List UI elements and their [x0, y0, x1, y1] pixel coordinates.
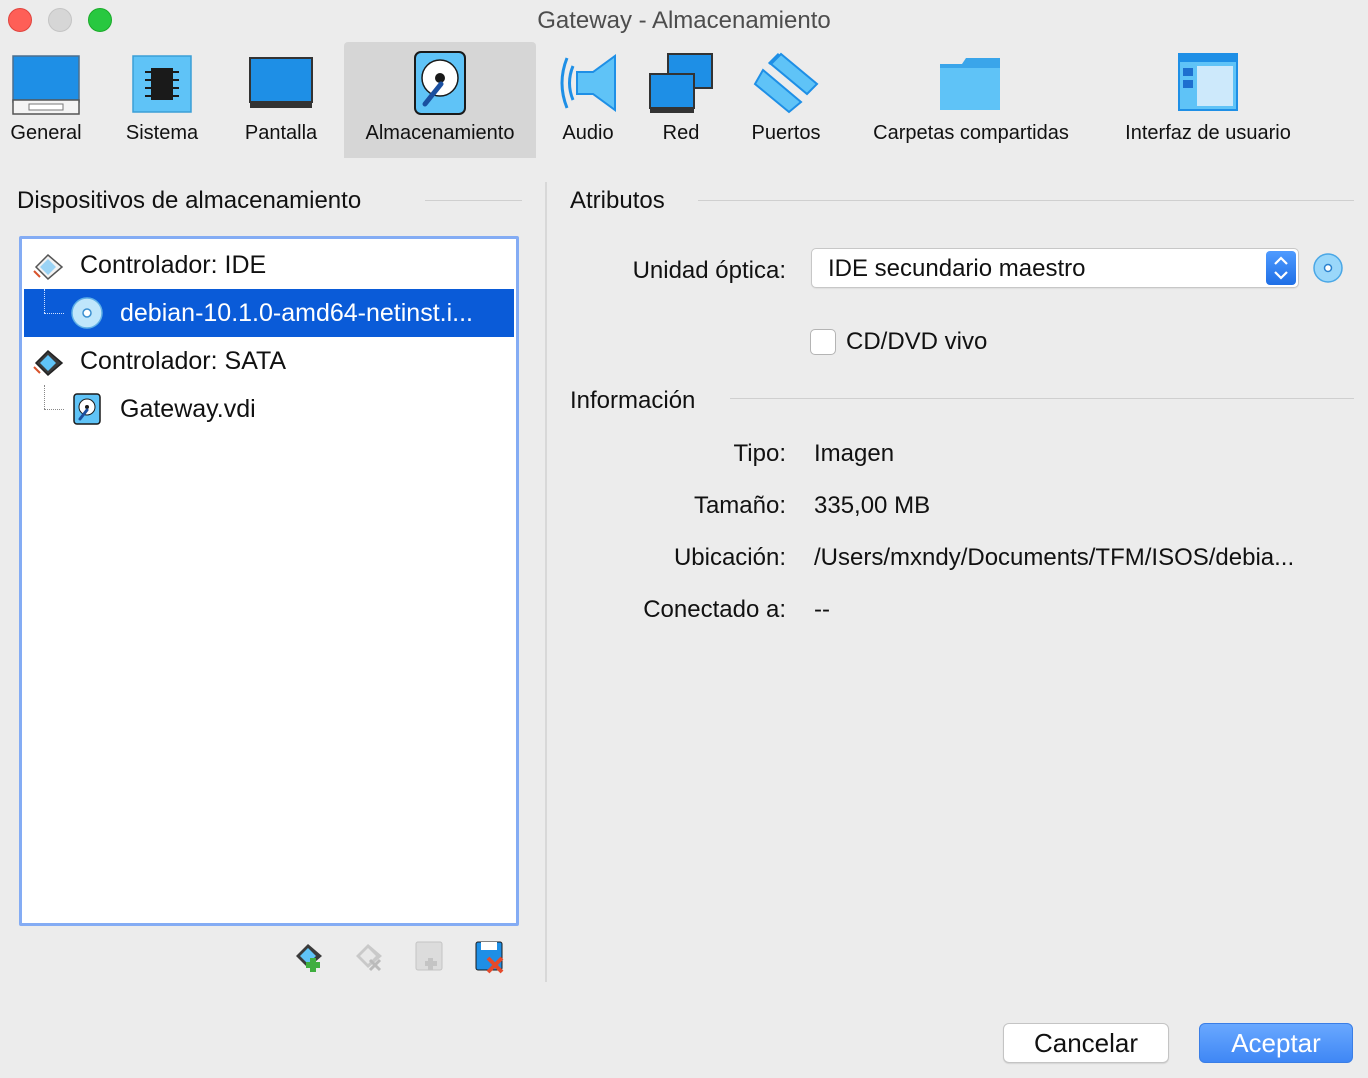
- remove-controller-icon[interactable]: [352, 938, 388, 974]
- tab-network[interactable]: Red: [640, 42, 722, 158]
- tree-item-label: debian-10.1.0-amd64-netinst.i...: [120, 299, 473, 327]
- monitor-general-icon: [12, 55, 80, 115]
- tree-item-label: Gateway.vdi: [120, 395, 256, 423]
- tab-shared-folders[interactable]: Carpetas compartidas: [858, 42, 1084, 158]
- info-attached-value: --: [814, 596, 830, 623]
- user-interface-icon: [1178, 53, 1238, 111]
- settings-toolbar: General Sistema Pantalla Almacenamiento: [0, 42, 1368, 158]
- remove-attachment-icon[interactable]: [472, 938, 508, 974]
- info-location-value: /Users/mxndy/Documents/TFM/ISOS/debia...: [814, 544, 1295, 571]
- info-size-value: 335,00 MB: [814, 492, 931, 519]
- section-divider: [425, 200, 522, 201]
- tree-item-hard-disk[interactable]: Gateway.vdi: [24, 385, 514, 433]
- ide-controller-icon: [33, 253, 64, 281]
- select-stepper[interactable]: [1266, 251, 1296, 285]
- tree-item-label: Controlador: SATA: [80, 347, 287, 375]
- tab-storage-label: Almacenamiento: [365, 122, 515, 144]
- tab-user-interface-label: Interfaz de usuario: [1125, 122, 1291, 144]
- tab-display-label: Pantalla: [244, 122, 318, 144]
- optical-drive-label: Unidad óptica:: [632, 257, 786, 284]
- live-cd-checkbox[interactable]: [810, 329, 836, 355]
- optical-drive-select[interactable]: IDE secundario maestro: [811, 248, 1299, 288]
- tab-system[interactable]: Sistema: [112, 42, 212, 158]
- chevron-up-down-icon: [1274, 256, 1288, 280]
- info-location-label: Ubicación:: [673, 544, 786, 571]
- display-icon: [249, 57, 313, 108]
- speaker-icon: [560, 54, 616, 112]
- sata-controller-icon: [33, 349, 64, 377]
- attributes-title: Atributos: [570, 187, 665, 214]
- tree-connector: [44, 313, 64, 314]
- tab-shared-folders-label: Carpetas compartidas: [873, 122, 1069, 144]
- storage-devices-title: Dispositivos de almacenamiento: [17, 187, 362, 214]
- info-type-value: Imagen: [814, 440, 895, 467]
- info-size-label: Tamaño:: [693, 492, 786, 519]
- tab-display[interactable]: Pantalla: [232, 42, 330, 158]
- panel-splitter[interactable]: [545, 182, 547, 982]
- tree-item-label: Controlador: IDE: [80, 251, 267, 279]
- tab-storage[interactable]: Almacenamiento: [344, 42, 536, 158]
- storage-tree[interactable]: Controlador: IDE debian-10.1.0-amd64-net…: [19, 236, 519, 926]
- tab-network-label: Red: [662, 122, 700, 144]
- attributes-panel: Atributos Unidad óptica: IDE secundario …: [548, 158, 1368, 758]
- tab-general-label: General: [10, 122, 82, 144]
- add-attachment-icon[interactable]: [412, 938, 448, 974]
- tree-item-sata-controller[interactable]: Controlador: SATA: [24, 337, 514, 385]
- tab-audio[interactable]: Audio: [548, 42, 628, 158]
- add-controller-icon[interactable]: [292, 938, 328, 974]
- tree-item-optical-disc[interactable]: debian-10.1.0-amd64-netinst.i...: [24, 289, 514, 337]
- tab-system-label: Sistema: [125, 122, 199, 144]
- tree-connector: [44, 385, 45, 409]
- cancel-button[interactable]: Cancelar: [1003, 1023, 1169, 1063]
- tab-audio-label: Audio: [562, 122, 614, 144]
- storage-tree-toolbar: [290, 938, 520, 978]
- section-divider: [730, 398, 1354, 399]
- information-title: Información: [570, 387, 696, 414]
- folder-icon: [940, 58, 1000, 110]
- choose-disk-icon[interactable]: [1312, 252, 1344, 284]
- title-bar: Gateway - Almacenamiento: [0, 0, 1368, 42]
- serial-port-icon: [753, 52, 819, 114]
- tab-user-interface[interactable]: Interfaz de usuario: [1108, 42, 1308, 158]
- tab-general[interactable]: General: [0, 42, 92, 158]
- window-title: Gateway - Almacenamiento: [537, 7, 831, 34]
- tree-connector: [44, 409, 64, 410]
- tree-connector: [44, 289, 45, 313]
- info-type-label: Tipo:: [733, 440, 786, 467]
- ok-button[interactable]: Aceptar: [1199, 1023, 1353, 1063]
- hard-disk-icon: [73, 393, 101, 425]
- optical-drive-value: IDE secundario maestro: [828, 255, 1086, 282]
- network-icon: [649, 53, 713, 113]
- storage-devices-panel: Dispositivos de almacenamiento Controlad…: [0, 158, 540, 1018]
- tree-item-ide-controller[interactable]: Controlador: IDE: [24, 241, 514, 289]
- info-attached-label: Conectado a:: [643, 596, 786, 623]
- chip-icon: [132, 55, 192, 113]
- live-cd-label: CD/DVD vivo: [846, 328, 988, 355]
- tab-ports[interactable]: Puertos: [740, 42, 832, 158]
- section-divider: [698, 200, 1354, 201]
- tab-ports-label: Puertos: [751, 122, 821, 144]
- optical-disc-icon: [71, 297, 103, 329]
- hard-disk-icon: [414, 51, 466, 115]
